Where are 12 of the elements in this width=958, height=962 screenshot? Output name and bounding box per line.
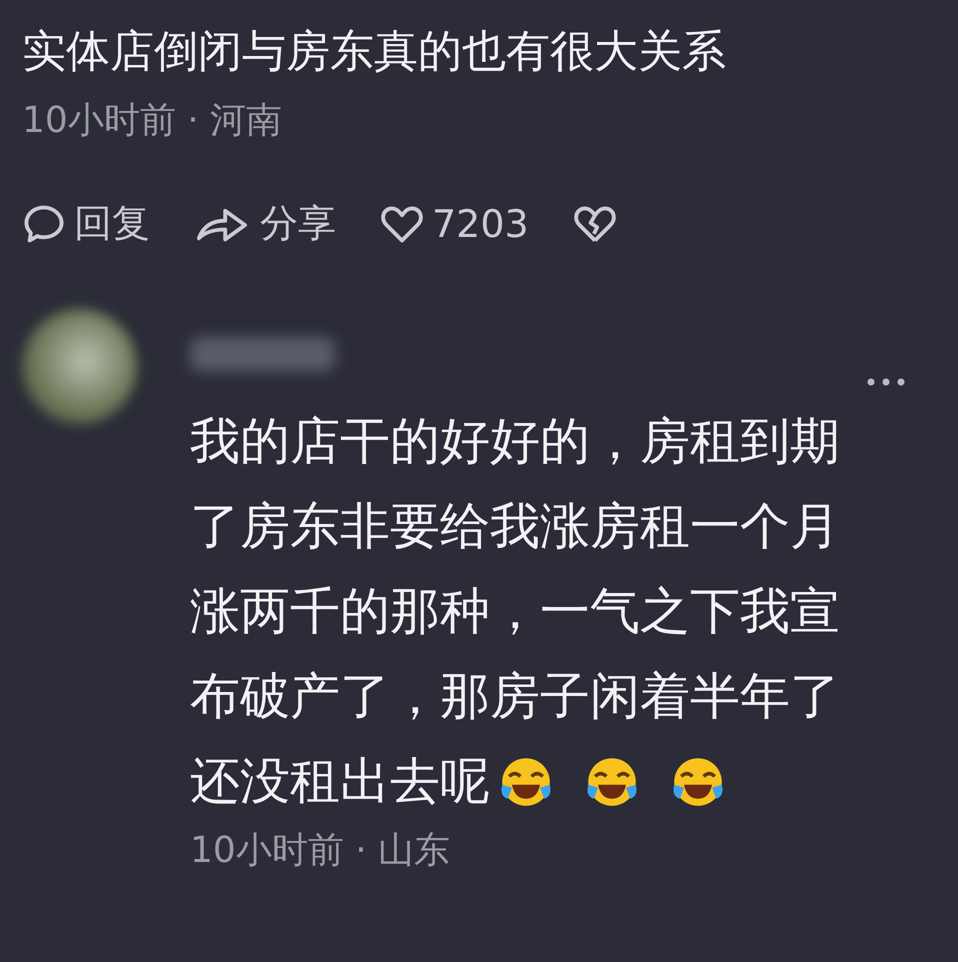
post-meta: 10小时前 · 河南 bbox=[22, 99, 284, 143]
reply-meta: 10小时前 · 山东 bbox=[190, 829, 452, 873]
more-icon[interactable] bbox=[866, 377, 906, 387]
reply-text-line: 了房东非要给我涨房租一个月 bbox=[190, 496, 840, 557]
reply-button[interactable]: 回复 bbox=[22, 198, 150, 249]
reply-text-line: 还没租出去呢 bbox=[190, 751, 490, 812]
reply-text-line: 涨两千的那种，一气之下我宣 bbox=[190, 581, 840, 642]
share-button[interactable]: 分享 bbox=[194, 198, 336, 249]
post-title: 实体店倒闭与房东真的也有很大关系 bbox=[22, 25, 727, 79]
like-button[interactable]: 7203 bbox=[380, 202, 529, 246]
reply-text-line: 布破产了，那房子闲着半年了 bbox=[190, 666, 840, 727]
reply-text-line: 我的店干的好好的，房租到期 bbox=[190, 411, 840, 472]
